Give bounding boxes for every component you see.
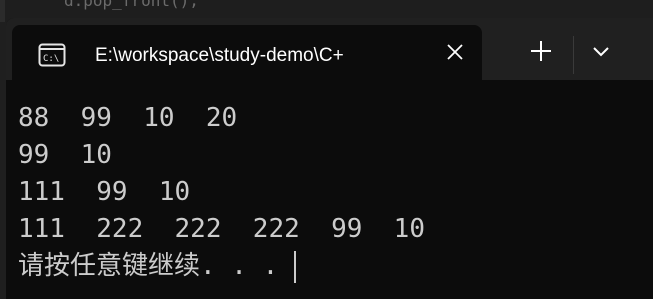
text-cursor — [294, 250, 297, 283]
background-code-line: d.pop_front(); — [64, 0, 199, 10]
continue-prompt: 请按任意键继续. . . — [18, 251, 279, 281]
output-line: 88 99 10 20 — [18, 103, 238, 133]
svg-text:C:\: C:\ — [43, 54, 59, 64]
new-tab-button[interactable] — [524, 34, 558, 68]
output-line: 111 99 10 — [18, 177, 191, 207]
terminal-output[interactable]: 88 99 10 20 99 10 111 99 10 111 222 222 … — [18, 100, 648, 290]
titlebar-divider — [573, 36, 574, 74]
close-icon[interactable] — [440, 37, 470, 67]
terminal-tab[interactable]: C:\ E:\workspace\study-demo\C+ — [12, 25, 482, 80]
title-bar: C:\ E:\workspace\study-demo\C+ — [6, 18, 653, 80]
plus-icon — [531, 41, 551, 61]
tab-title: E:\workspace\study-demo\C+ — [95, 45, 344, 66]
tab-dropdown-button[interactable] — [584, 34, 618, 68]
terminal-console-icon: C:\ — [38, 43, 66, 67]
output-line: 99 10 — [18, 140, 112, 170]
prompt-line: 请按任意键继续. . . — [18, 248, 648, 285]
output-line: 111 222 222 222 99 10 — [18, 214, 425, 244]
editor-gutter — [0, 0, 5, 22]
terminal-window: C:\ E:\workspace\study-demo\C+ 88 99 10 … — [6, 18, 653, 299]
chevron-down-icon — [593, 47, 609, 57]
